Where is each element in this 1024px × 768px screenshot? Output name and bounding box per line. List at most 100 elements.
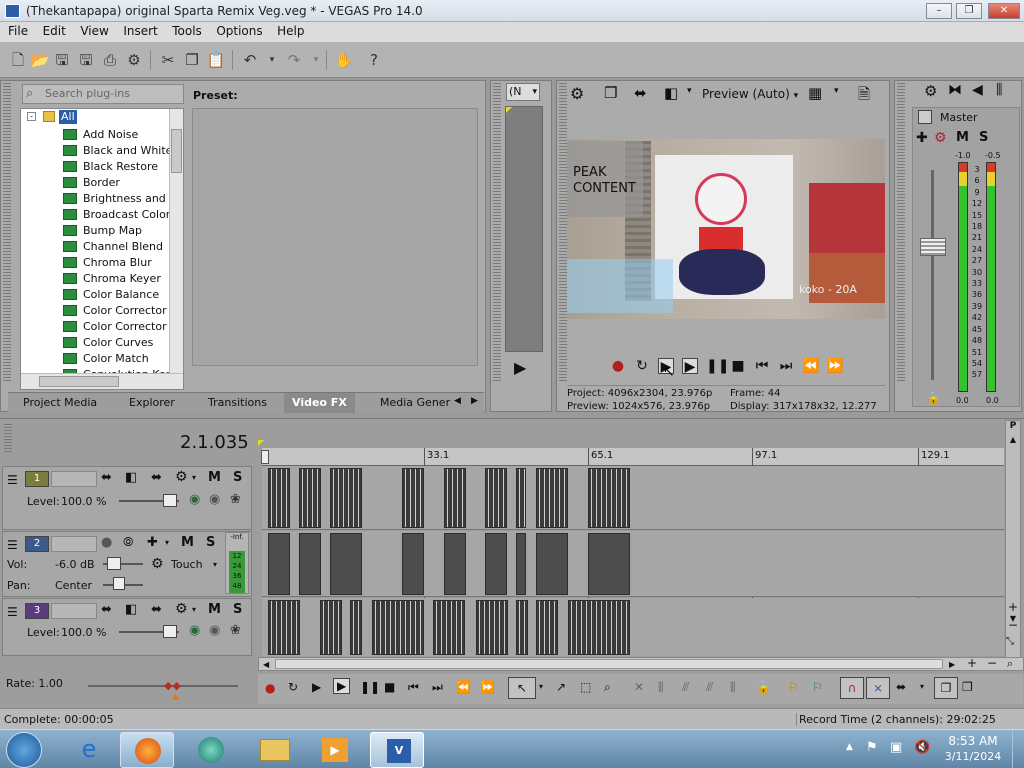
- timeline-next-frame-icon[interactable]: ⏩: [480, 680, 495, 694]
- master-fader-track[interactable]: [931, 170, 934, 380]
- go-to-start-icon[interactable]: ⏮: [754, 358, 770, 374]
- trim-start-icon[interactable]: ⫻: [682, 680, 689, 695]
- tab-media-generators[interactable]: Media Genera: [380, 396, 450, 409]
- tray-expand-icon[interactable]: ▲: [846, 742, 853, 752]
- master-fx-gear-icon[interactable]: ⚙: [934, 130, 947, 146]
- track-fx-gear-icon[interactable]: ⚙: [175, 469, 188, 485]
- playhead-icon[interactable]: [261, 450, 269, 464]
- video-clip-event[interactable]: [372, 600, 424, 655]
- preview-quality-dropdown[interactable]: Preview (Auto) ▾: [702, 87, 798, 101]
- mute-button[interactable]: M: [208, 602, 221, 617]
- video-clip-event[interactable]: [444, 468, 466, 528]
- save-as-icon[interactable]: 🖫: [76, 50, 96, 70]
- vol-slider-thumb[interactable]: [107, 557, 121, 570]
- paste-icon[interactable]: 📋: [206, 50, 226, 70]
- audio-clip-event[interactable]: [402, 533, 424, 595]
- audio-clip-event[interactable]: [299, 533, 321, 595]
- master-mute-button[interactable]: M: [956, 130, 969, 145]
- volume-muted-icon[interactable]: 🔇: [914, 740, 930, 755]
- preview-settings-gear-icon[interactable]: ⚙: [570, 84, 584, 103]
- video-clip-event[interactable]: [268, 468, 290, 528]
- audio-clip-event[interactable]: [536, 533, 568, 595]
- chevron-down-icon[interactable]: ▾: [539, 682, 543, 691]
- track-lane-1[interactable]: [262, 466, 1004, 530]
- mixer-icon[interactable]: ⫼: [996, 82, 1002, 98]
- menu-help[interactable]: Help: [277, 22, 304, 40]
- plugin-vertical-scrollbar[interactable]: [169, 109, 183, 373]
- clock-time[interactable]: 8:53 AM: [948, 734, 998, 748]
- start-button-icon[interactable]: [6, 732, 42, 768]
- scrollbar-thumb[interactable]: [171, 129, 182, 173]
- undo-icon[interactable]: ↶: [240, 50, 260, 70]
- tab-explorer[interactable]: Explorer: [129, 396, 175, 409]
- automation-icon[interactable]: ❀: [230, 623, 241, 638]
- mute-button[interactable]: M: [181, 535, 194, 550]
- timeline-record-icon[interactable]: ●: [265, 681, 275, 695]
- expand-track-icon[interactable]: ⬌: [151, 602, 162, 617]
- video-clip-event[interactable]: [485, 468, 507, 528]
- menu-insert[interactable]: Insert: [123, 22, 157, 40]
- properties-gear-icon[interactable]: ⚙: [124, 50, 144, 70]
- plugin-item[interactable]: Black Restore: [83, 159, 158, 175]
- scroll-right-icon[interactable]: ▶: [949, 660, 955, 669]
- expand-track-icon[interactable]: ⬌: [151, 470, 162, 485]
- insert-marker-icon[interactable]: ⚐: [788, 680, 799, 694]
- file-explorer-icon[interactable]: [260, 739, 290, 761]
- video-clip-event[interactable]: [516, 468, 526, 528]
- timeline-loop-icon[interactable]: ↻: [288, 680, 298, 694]
- audio-clip-event[interactable]: [516, 533, 526, 595]
- media-player-icon[interactable]: ▶: [322, 738, 348, 762]
- plugin-item[interactable]: Color Curves: [83, 335, 153, 351]
- video-clip-event[interactable]: [536, 468, 568, 528]
- track-name-field[interactable]: [51, 536, 97, 552]
- delete-icon[interactable]: ✕: [634, 680, 644, 694]
- audio-clip-event[interactable]: [444, 533, 466, 595]
- zoom-out-horizontal-icon[interactable]: −: [987, 656, 997, 670]
- marker-p-icon[interactable]: P: [1006, 421, 1020, 431]
- plugin-item[interactable]: Color Match: [83, 351, 149, 367]
- level-slider-thumb[interactable]: [163, 625, 177, 638]
- plugin-item[interactable]: Chroma Keyer: [83, 271, 161, 287]
- panel-drag-handle[interactable]: [493, 83, 501, 383]
- track-lane-2[interactable]: [262, 531, 1004, 597]
- track-name-field[interactable]: [51, 603, 97, 619]
- zoom-magnifier-icon[interactable]: ⌕: [1007, 657, 1013, 671]
- zoom-out-vertical-icon[interactable]: −: [1008, 618, 1018, 632]
- save-icon[interactable]: 🖫: [52, 50, 72, 70]
- solo-button[interactable]: S: [233, 470, 242, 485]
- video-clip-event[interactable]: [402, 468, 424, 528]
- audio-clip-event[interactable]: [330, 533, 362, 595]
- tab-transitions[interactable]: Transitions: [208, 396, 267, 409]
- scrollbar-thumb[interactable]: [275, 659, 943, 669]
- snapping-magnet-icon[interactable]: ∩: [840, 677, 864, 699]
- master-settings-gear-icon[interactable]: ⚙: [924, 82, 937, 100]
- timeline-horizontal-scrollbar[interactable]: ◀ ▶ + − ⌕: [258, 656, 1024, 671]
- plugin-item[interactable]: Color Corrector (S: [83, 319, 181, 335]
- preview-video-frame[interactable]: PEAK CONTENT koko - 20A: [567, 139, 885, 319]
- previous-frame-icon[interactable]: ⏪: [802, 358, 819, 374]
- split-icon[interactable]: ⫼: [730, 680, 736, 695]
- next-frame-icon[interactable]: ⏩: [826, 358, 843, 374]
- collapse-icon[interactable]: -: [27, 112, 36, 121]
- timeline-go-start-icon[interactable]: ⏮: [408, 680, 419, 695]
- stop-icon[interactable]: ■: [730, 358, 746, 374]
- record-icon[interactable]: ●: [610, 358, 626, 374]
- solo-button[interactable]: S: [233, 602, 242, 617]
- render-icon[interactable]: ⎙: [100, 50, 120, 70]
- timeline-ruler[interactable]: 33.1 65.1 97.1 129.1: [262, 448, 1004, 466]
- menu-file[interactable]: File: [8, 22, 28, 40]
- tab-project-media[interactable]: Project Media: [23, 396, 97, 409]
- open-icon[interactable]: 📂: [30, 50, 50, 70]
- event-pan-crop-icon[interactable]: ❐: [934, 677, 958, 699]
- plugin-search-input[interactable]: Search plug-ins: [22, 84, 184, 104]
- chevron-down-icon[interactable]: ▾: [213, 560, 217, 569]
- video-clip-event[interactable]: [516, 600, 528, 655]
- timeline-drag-handle[interactable]: [4, 424, 12, 454]
- timeline-stop-icon[interactable]: ■: [384, 680, 395, 694]
- scroll-up-icon[interactable]: ▲: [1006, 435, 1020, 444]
- maximize-button[interactable]: ❐: [956, 3, 982, 19]
- audio-clip-event[interactable]: [485, 533, 507, 595]
- trimmer-view[interactable]: [505, 106, 543, 352]
- menu-view[interactable]: View: [80, 22, 108, 40]
- cut-icon[interactable]: ✂: [158, 50, 178, 70]
